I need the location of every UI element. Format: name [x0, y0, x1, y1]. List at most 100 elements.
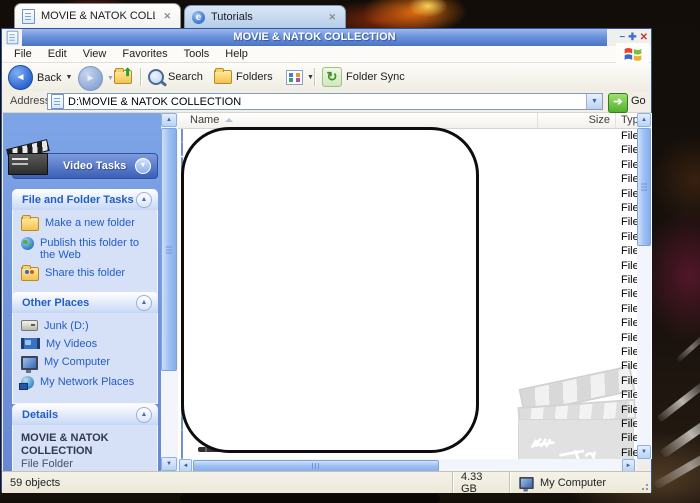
panel-title: File and Folder Tasks	[22, 193, 134, 206]
panel-header[interactable]: Other Places ▲	[12, 292, 158, 313]
list-scroll-down-icon[interactable]: ▼	[637, 445, 651, 459]
panel-title: Other Places	[22, 296, 90, 309]
go-button[interactable]: ➔	[608, 93, 628, 113]
back-label: Back	[37, 71, 62, 84]
sidebar-scroll-down-icon[interactable]: ▼	[161, 457, 177, 471]
menu-item-file[interactable]: File	[6, 48, 40, 60]
file-icon	[181, 430, 183, 445]
close-button[interactable]: ✕	[640, 32, 648, 43]
file-icon	[181, 443, 183, 457]
folder-sync-button[interactable]: ↻ Folder Sync	[322, 67, 405, 87]
sidebar-item-label: Share this folder	[45, 267, 126, 279]
sidebar-item-make-a-new-folder[interactable]: Make a new folder	[21, 215, 153, 231]
resize-grip[interactable]	[639, 481, 649, 491]
document-icon	[22, 8, 35, 24]
sidebar-item-my-network-places[interactable]: My Network Places	[19, 376, 153, 390]
maximize-button[interactable]: ✚	[628, 32, 636, 43]
menu-item-favorites[interactable]: Favorites	[114, 48, 175, 60]
panel-body: MOVIE & NATOK COLLECTION File Folder Dat…	[12, 425, 158, 471]
redaction-overlay	[181, 127, 479, 453]
search-label: Search	[168, 71, 203, 83]
chevron-up-icon[interactable]: ▲	[136, 191, 152, 208]
sidebar-item-label: Make a new folder	[45, 217, 135, 229]
my-computer-icon	[21, 356, 38, 373]
chevron-down-icon[interactable]: ▼	[135, 158, 151, 174]
sidebar-item-my-computer[interactable]: My Computer	[21, 356, 153, 373]
folders-button[interactable]: Folders	[214, 68, 273, 84]
panel-body: Junk (D:) My Videos My Computer My Network …	[12, 313, 158, 404]
file-icon	[181, 142, 183, 157]
sidebar-item-publish-this-folder-to-the-web[interactable]: Publish this folder to the Web	[21, 237, 153, 261]
address-bar: Address D:\MOVIE & NATOK COLLECTION ▼ ➔ …	[2, 91, 651, 113]
new-folder-icon	[21, 215, 39, 231]
toolbar: ◄ Back ▼ ► ▼ ⬆ Search Folders ▼ ↻ Folder…	[2, 63, 651, 92]
file-type-cell: File	[621, 346, 637, 358]
toolbar-separator	[314, 68, 315, 86]
chevron-up-icon[interactable]: ▲	[136, 294, 152, 311]
menu-item-view[interactable]: View	[75, 48, 115, 60]
windows-flag-icon	[624, 47, 641, 61]
file-type-cell: File	[621, 302, 637, 315]
panel-header[interactable]: File and Folder Tasks ▲	[12, 189, 158, 210]
tab-close-icon[interactable]: ✕	[161, 10, 173, 23]
sidebar-item-share-this-folder[interactable]: Share this folder	[21, 265, 153, 281]
address-input[interactable]: D:\MOVIE & NATOK COLLECTION ▼	[47, 93, 603, 110]
sort-ascending-icon	[225, 118, 234, 123]
list-vscrollbar-thumb[interactable]	[637, 128, 651, 246]
address-dropdown-icon[interactable]: ▼	[586, 94, 602, 109]
views-dropdown-icon[interactable]: ▼	[307, 74, 314, 81]
tab-movie-natok-collection[interactable]: MOVIE & NATOK COLLEC... ✕	[14, 3, 181, 28]
folder-sync-icon: ↻	[322, 67, 342, 87]
back-dropdown-icon[interactable]: ▼	[65, 74, 72, 81]
minimize-button[interactable]: −	[619, 32, 625, 43]
tab-tutorials[interactable]: e Tutorials ✕	[184, 5, 346, 28]
panel-file-folder-tasks: File and Folder Tasks ▲ Make a new folde…	[12, 189, 158, 296]
details-folder-type: File Folder	[21, 458, 73, 470]
tab-close-icon[interactable]: ✕	[326, 11, 338, 24]
file-type-cell: File	[621, 245, 637, 258]
search-icon	[148, 69, 164, 85]
chevron-up-icon[interactable]: ▲	[136, 406, 152, 423]
menu-item-tools[interactable]: Tools	[176, 48, 218, 60]
panel-body: Make a new folder Publish this folder to …	[12, 210, 158, 296]
ie-icon: e	[192, 10, 205, 24]
file-type-cell: File	[621, 130, 637, 142]
disk-drive-icon	[21, 320, 38, 331]
up-button[interactable]: ⬆	[114, 67, 132, 84]
file-type-cell: File	[621, 317, 637, 330]
window-icon	[6, 30, 18, 45]
sidebar-scroll-up-icon[interactable]: ▲	[161, 113, 177, 127]
tab-label: Tutorials	[211, 11, 253, 23]
list-scroll-up-icon[interactable]: ▲	[637, 113, 651, 127]
column-header-name[interactable]: Name	[178, 113, 538, 128]
sidebar-item-my-videos[interactable]: My Videos	[21, 338, 153, 350]
sidebar-item-junk-d[interactable]: Junk (D:)	[21, 320, 153, 332]
menu-item-help[interactable]: Help	[217, 48, 256, 60]
file-list-pane: Name Size Type File File File File File File F…	[178, 113, 652, 459]
file-type-cell: File	[621, 158, 637, 171]
my-videos-icon	[21, 338, 40, 349]
column-header-type[interactable]: Type	[619, 113, 637, 128]
forward-button[interactable]: ► ▼	[78, 66, 114, 91]
forward-dropdown-icon: ▼	[107, 75, 114, 82]
views-button[interactable]: ▼	[286, 70, 314, 85]
file-type-cell: File	[621, 374, 637, 387]
explorer-window: MOVIE & NATOK COLLECTION − ✚ ✕ File Edit V…	[1, 28, 652, 495]
menu-item-edit[interactable]: Edit	[40, 48, 75, 60]
back-icon: ◄	[8, 65, 33, 90]
window-title: MOVIE & NATOK COLLECTION	[22, 29, 607, 46]
search-button[interactable]: Search	[148, 69, 203, 85]
window-icon-cell	[2, 29, 22, 46]
sidebar-item-label: My Network Places	[40, 376, 135, 388]
panel-other-places: Other Places ▲ Junk (D:) My Videos My Comp…	[12, 292, 158, 404]
panel-title: Video Tasks	[63, 160, 127, 172]
file-type-cell: File	[621, 187, 637, 200]
details-folder-name: MOVIE & NATOK COLLECTION	[21, 432, 109, 457]
back-button[interactable]: ◄ Back ▼	[8, 65, 72, 90]
file-type-cell: File	[621, 216, 637, 229]
toolbar-separator	[140, 68, 141, 86]
panel-header[interactable]: Details ▲	[12, 404, 158, 425]
task-pane-sidebar: Video Tasks ▼ File and Folder Tasks ▲ Ma…	[3, 113, 161, 471]
sidebar-scrollbar-thumb[interactable]	[161, 128, 177, 371]
column-header-size[interactable]: Size	[538, 113, 616, 128]
